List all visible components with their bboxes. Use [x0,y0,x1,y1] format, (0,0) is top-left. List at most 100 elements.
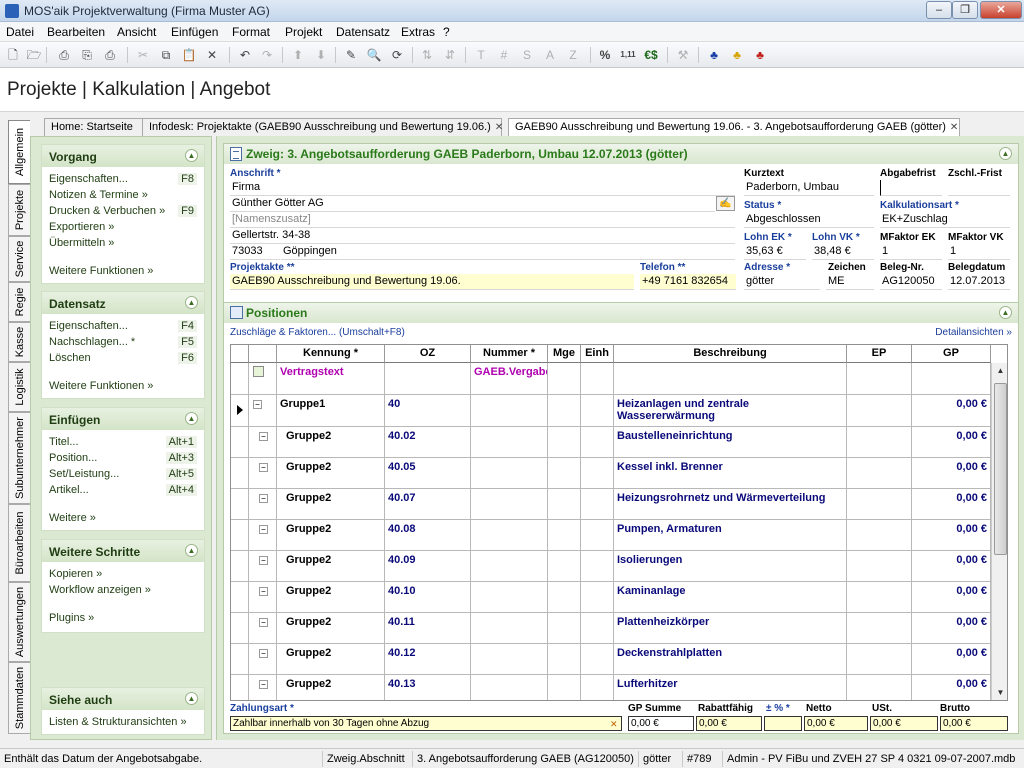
ust-field[interactable]: 0,00 € [870,716,938,731]
row-indicator-cell[interactable] [231,489,249,520]
vtab-kasse[interactable]: Kasse [8,322,30,362]
ep-cell[interactable] [847,644,912,675]
sidebar-link[interactable]: Listen & Strukturansichten » [49,716,197,732]
ep-cell[interactable] [847,520,912,551]
mge-cell[interactable] [548,363,581,395]
nummer-cell[interactable] [471,395,548,427]
tree-toggle-icon[interactable]: – [259,463,268,472]
gp-cell[interactable]: 0,00 € [912,675,991,700]
gp-cell[interactable]: 0,00 € [912,458,991,489]
currency-icon[interactable]: €$ [642,46,660,64]
menu-ansicht[interactable]: Ansicht [117,25,156,39]
menu-extras[interactable]: Extras [401,25,435,39]
vtab-logistik[interactable]: Logistik [8,362,30,412]
einh-cell[interactable] [581,675,614,700]
mfaktor-vk-field[interactable]: 1 [948,244,1010,260]
find-icon[interactable]: 🔍 [365,46,383,64]
gp-cell[interactable]: 0,00 € [912,582,991,613]
sidebar-link[interactable]: Workflow anzeigen » [49,584,197,600]
tree-cell[interactable]: – [249,582,277,613]
sidebar-link[interactable]: Position... Alt+3 [49,452,197,468]
tree-toggle-icon[interactable]: – [259,432,268,441]
scroll-down-icon[interactable]: ▼ [992,685,1007,700]
zuschlaege-link[interactable]: Zuschläge & Faktoren... (Umschalt+F8) [230,327,405,338]
gp-cell[interactable]: 0,00 € [912,551,991,582]
gp-cell[interactable]: 0,00 € [912,489,991,520]
oz-cell[interactable]: 40.02 [385,427,471,458]
ort-field[interactable]: Göppingen [281,244,735,260]
oz-cell[interactable]: 40.12 [385,644,471,675]
collapse-icon[interactable]: ▲ [999,306,1012,319]
column-header[interactable]: OZ [385,345,471,363]
sidebar-link[interactable]: Artikel... Alt+4 [49,484,197,500]
puzzle-red-icon[interactable]: ♣ [751,46,769,64]
minimize-button[interactable]: – [926,1,952,19]
sidebar-link-plugins[interactable]: Plugins » [49,612,197,628]
gp-cell[interactable]: 0,00 € [912,520,991,551]
sidebar-link[interactable]: Drucken & Verbuchen » F9 [49,205,197,221]
row-indicator-cell[interactable] [231,551,249,582]
menu-bearbeiten[interactable]: Bearbeiten [47,25,105,39]
mge-cell[interactable] [548,395,581,427]
text-tool-s-icon[interactable]: S [518,46,536,64]
tree-toggle-icon[interactable]: – [259,494,268,503]
kennung-cell[interactable]: Gruppe2 [277,520,385,551]
einh-cell[interactable] [581,489,614,520]
lohn-ek-field[interactable]: 35,63 € [744,244,806,260]
collapse-icon[interactable]: ▲ [185,412,198,425]
sort-za-icon[interactable]: ⇵ [441,46,459,64]
lohn-vk-field[interactable]: 38,48 € [812,244,874,260]
einh-cell[interactable] [581,458,614,489]
oz-cell[interactable]: 40 [385,395,471,427]
calc-disabled-icon[interactable]: ⚒ [674,46,692,64]
tree-cell[interactable]: – [249,458,277,489]
column-header[interactable]: Beschreibung [614,345,847,363]
einh-cell[interactable] [581,613,614,644]
column-header[interactable]: Mge [548,345,581,363]
gp-cell[interactable]: 0,00 € [912,644,991,675]
mfaktor-ek-field[interactable]: 1 [880,244,942,260]
copy-icon[interactable]: ⧉ [157,46,175,64]
ep-cell[interactable] [847,489,912,520]
tree-toggle-icon[interactable]: – [259,556,268,565]
kennung-cell[interactable]: Gruppe2 [277,458,385,489]
kurztext-field[interactable]: Paderborn, Umbau [744,180,874,196]
close-tab-icon[interactable]: ✕ [495,122,503,133]
status-field[interactable]: Abgeschlossen [744,212,874,228]
print-icon[interactable]: ⎙ [55,46,73,64]
open-folder-icon[interactable]: 🗁 [25,46,43,64]
move-down-icon[interactable]: ⬇ [312,46,330,64]
belegdatum-field[interactable]: 12.07.2013 [948,274,1010,290]
nummer-cell[interactable] [471,520,548,551]
detailansichten-link[interactable]: Detailansichten » [935,327,1012,338]
vtab-projekte[interactable]: Projekte [8,184,30,236]
close-window-button[interactable]: ✕ [980,1,1022,19]
ep-cell[interactable] [847,613,912,644]
ep-cell[interactable] [847,427,912,458]
column-header[interactable]: EP [847,345,912,363]
kennung-cell[interactable]: Gruppe2 [277,489,385,520]
sidebar-link-more[interactable]: Weitere Funktionen » [49,380,197,396]
nummer-cell[interactable] [471,427,548,458]
undo-icon[interactable]: ↶ [236,46,254,64]
mge-cell[interactable] [548,489,581,520]
projektakte-field[interactable]: GAEB90 Ausschreibung und Bewertung 19.06… [230,274,634,290]
prozent-field[interactable] [764,716,802,731]
sidebar-link-more[interactable]: Weitere Funktionen » [49,265,197,281]
vtab-bueroarbeiten[interactable]: Büroarbeiten [8,504,30,582]
beschreibung-cell[interactable] [614,363,847,395]
collapse-icon[interactable]: ▲ [185,544,198,557]
vtab-allgemein[interactable]: Allgemein [8,120,30,184]
anschrift-line1-field[interactable]: Firma [230,180,735,196]
percent-icon[interactable]: % [596,46,614,64]
menu-help[interactable]: ? [443,25,450,39]
abgabefrist-field[interactable] [880,180,942,196]
tree-cell[interactable]: – [249,427,277,458]
nummer-cell[interactable] [471,675,548,700]
maximize-button[interactable]: ❐ [952,1,978,19]
oz-cell[interactable]: 40.08 [385,520,471,551]
oz-cell[interactable]: 40.07 [385,489,471,520]
netto-field[interactable]: 0,00 € [804,716,868,731]
ep-cell[interactable] [847,551,912,582]
grid-scrollbar[interactable]: ▲ ▼ [991,363,1007,700]
